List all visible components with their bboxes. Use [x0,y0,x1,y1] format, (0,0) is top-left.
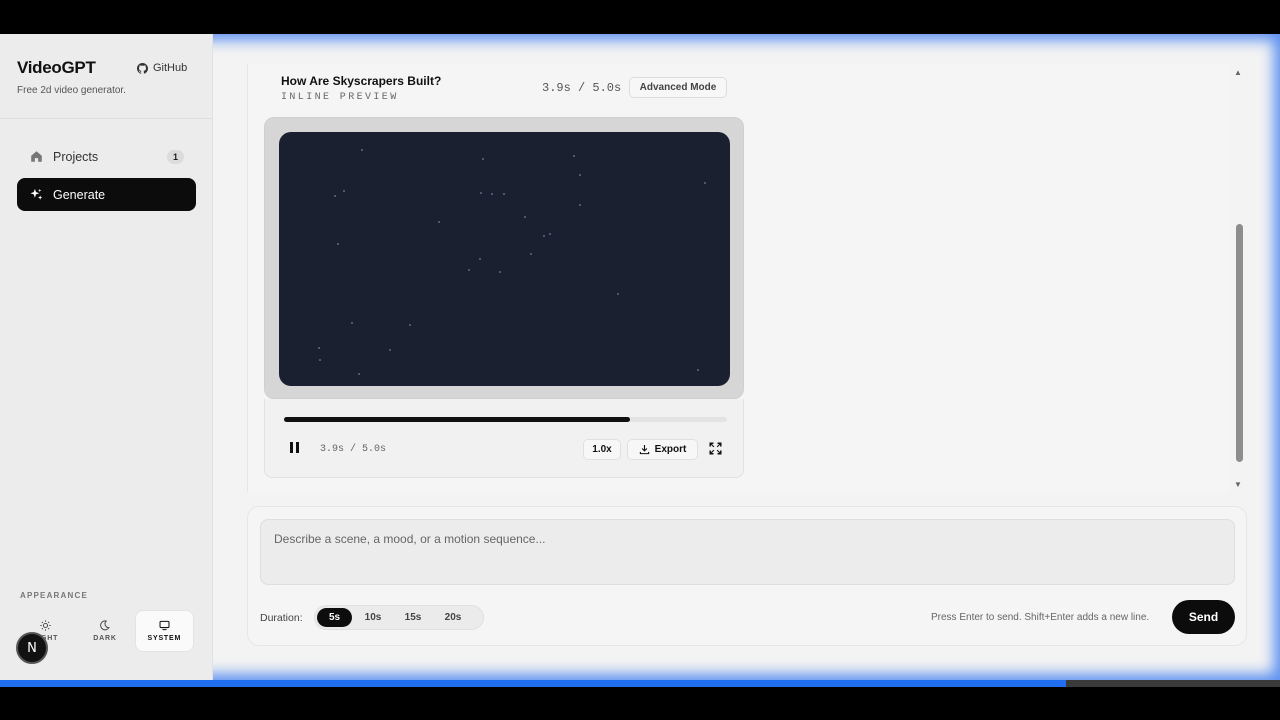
github-link[interactable]: GitHub [137,62,187,74]
video-star-speck [549,233,551,235]
sidebar-item-generate[interactable]: Generate [17,178,196,211]
video-star-speck [579,204,581,206]
video-star-speck [704,182,706,184]
avatar[interactable]: N [16,632,48,664]
video-star-speck [389,349,391,351]
download-icon [639,445,649,455]
export-label: Export [654,444,687,455]
export-button[interactable]: Export [627,439,698,460]
video-star-speck [573,155,575,157]
video-star-speck [503,193,505,195]
video-star-speck [617,293,619,295]
sparkles-icon [29,188,43,202]
duration-option[interactable]: 20s [434,608,472,627]
scroll-down-arrow-icon[interactable]: ▼ [1234,480,1242,489]
app-window: VideoGPT GitHub Free 2d video generator.… [0,34,1280,680]
duration-label: Duration: [260,612,303,624]
video-star-speck [358,373,360,375]
sidebar-item-label: Generate [53,187,106,202]
video-star-speck [579,174,581,176]
duration-option[interactable]: 15s [394,608,432,627]
video-star-speck [409,324,411,326]
moon-icon [100,620,111,631]
video-star-speck [438,221,440,223]
video-star-speck [543,235,545,237]
player-controls: 3.9s / 5.0s 1.0x Export [264,399,744,478]
video-star-speck [524,216,526,218]
home-icon [29,150,43,164]
theme-dark-button[interactable]: DARK [76,611,133,651]
appearance-label: APPEARANCE [20,591,89,600]
video-preview-card: How Are Skyscrapers Built? INLINE PREVIE… [264,64,744,478]
video-star-speck [479,258,481,260]
video-star-speck [499,271,501,273]
github-icon [137,62,148,74]
sidebar-item-projects[interactable]: Projects 1 [17,140,196,173]
video-canvas[interactable] [279,132,730,386]
seek-bar[interactable] [284,417,727,422]
playback-time: 3.9s / 5.0s [320,444,387,455]
monitor-icon [159,620,170,631]
video-star-speck [337,243,339,245]
theme-label: SYSTEM [147,635,182,642]
github-label: GitHub [153,62,188,74]
prompt-composer: Duration: 5s 10s 15s 20s Press Enter to … [247,506,1247,646]
video-star-speck [318,347,320,349]
advanced-mode-button[interactable]: Advanced Mode [629,77,727,98]
sun-icon [40,620,51,631]
video-star-speck [351,322,353,324]
video-star-speck [480,192,482,194]
send-hint: Press Enter to send. Shift+Enter adds a … [931,612,1150,623]
projects-count-badge: 1 [166,149,184,164]
prompt-input[interactable] [260,519,1235,585]
video-frame [264,117,744,399]
preview-time: 3.9s / 5.0s [542,81,622,95]
duration-option[interactable]: 5s [317,608,352,627]
inline-preview-label: INLINE PREVIEW [281,92,399,103]
video-star-speck [482,158,484,160]
video-playback-bar-fill [0,680,1067,687]
brand-title: VideoGPT [17,58,96,77]
scroll-up-arrow-icon[interactable]: ▲ [1234,68,1242,77]
pause-icon[interactable] [290,442,302,454]
tagline: Free 2d video generator. [17,85,126,96]
video-playback-bar[interactable] [0,680,1280,687]
video-star-speck [468,269,470,271]
fullscreen-icon[interactable] [709,442,722,455]
duration-selector: 5s 10s 15s 20s [314,605,484,630]
video-star-speck [361,149,363,151]
sidebar-divider [0,118,213,119]
video-star-speck [343,190,345,192]
seek-bar-fill [284,417,630,422]
send-button[interactable]: Send [1172,600,1235,634]
sidebar-item-label: Projects [53,149,99,164]
duration-option[interactable]: 10s [354,608,392,627]
playback-speed-button[interactable]: 1.0x [583,439,621,460]
video-title: How Are Skyscrapers Built? [281,74,442,88]
video-star-speck [334,195,336,197]
scrollbar-thumb[interactable] [1236,224,1243,462]
theme-label: DARK [93,635,117,642]
video-star-speck [530,253,532,255]
video-star-speck [697,369,699,371]
sidebar: VideoGPT GitHub Free 2d video generator.… [0,34,213,680]
video-star-speck [491,193,493,195]
theme-system-button[interactable]: SYSTEM [135,611,193,651]
video-star-speck [319,359,321,361]
